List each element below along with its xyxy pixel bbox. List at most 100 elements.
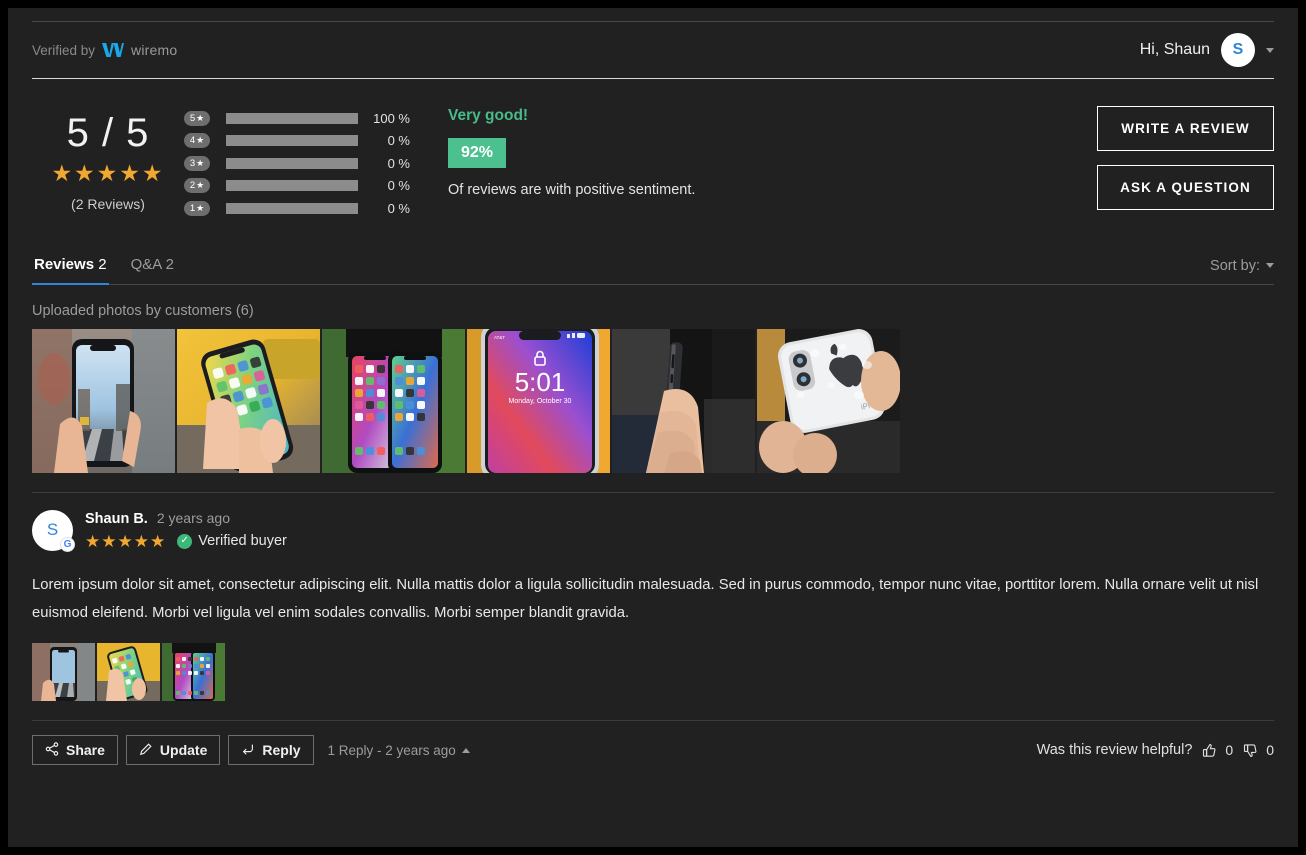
tab-reviews-label: Reviews	[34, 256, 94, 273]
avatar: S G	[32, 510, 73, 551]
sentiment-title: Very good!	[448, 107, 695, 125]
rating-distribution: 5★ 100 % 4★ 0 % 3★ 0 % 2★ 0 % 1★	[184, 103, 410, 220]
widget-header: Verified by wiremo Hi, Shaun S	[32, 22, 1274, 78]
review-count-label: (2 Reviews)	[32, 196, 184, 212]
review-meta: Shaun B. 2 years ago ★★★★★ ✓ Verified bu…	[85, 510, 287, 550]
svg-text:AT&T: AT&T	[494, 335, 505, 340]
rating-bar-track-1	[226, 203, 358, 214]
score-value: 5 / 5	[32, 111, 184, 156]
chevron-down-icon	[1266, 263, 1274, 268]
rating-pill-5: 5★	[184, 111, 210, 126]
user-menu[interactable]: Hi, Shaun S	[1140, 33, 1274, 67]
review-timestamp: 2 years ago	[157, 510, 230, 526]
update-label: Update	[160, 742, 207, 758]
photo-thumbnail[interactable]	[32, 329, 175, 473]
tab-reviews[interactable]: Reviews 2	[32, 250, 109, 285]
cta-block: WRITE A REVIEW ASK A QUESTION	[1097, 103, 1274, 210]
check-circle-icon: ✓	[177, 534, 192, 549]
replies-toggle[interactable]: 1 Reply - 2 years ago	[328, 743, 470, 758]
rating-bar-track-3	[226, 158, 358, 169]
uploaded-photos-strip: AT&T 5:01 Monday, October 30	[32, 329, 1274, 473]
rating-percent-3: 0 %	[358, 156, 410, 171]
sentiment-block: Very good! 92% Of reviews are with posit…	[448, 103, 695, 198]
upvote-count: 0	[1225, 742, 1233, 758]
rating-bar-track-5	[226, 113, 358, 124]
chevron-down-icon[interactable]	[1266, 48, 1274, 53]
helpful-block: Was this review helpful? 0	[1037, 742, 1274, 758]
review-photo-thumbnail[interactable]	[162, 643, 225, 701]
rating-percent-4: 0 %	[358, 133, 410, 148]
svg-text:Monday, October 30: Monday, October 30	[509, 398, 572, 405]
review-footer: Share Update Reply	[32, 721, 1274, 765]
rating-pill-2: 2★	[184, 178, 210, 193]
distribution-row[interactable]: 1★ 0 %	[184, 197, 410, 220]
tabs-bar: Reviews 2 Q&A 2 Sort by:	[32, 250, 1274, 285]
tab-qa[interactable]: Q&A 2	[129, 250, 176, 285]
photo-thumbnail[interactable]	[612, 329, 755, 473]
share-button[interactable]: Share	[32, 735, 118, 765]
sentiment-description: Of reviews are with positive sentiment.	[448, 182, 695, 198]
rating-bar-track-4	[226, 135, 358, 146]
thumbs-down-icon	[1243, 743, 1258, 758]
review-photo-thumbnail[interactable]	[97, 643, 160, 701]
photo-thumbnail[interactable]	[322, 329, 465, 473]
review-stars: ★★★★★	[85, 533, 166, 550]
photo-thumbnail-lockscreen[interactable]: AT&T 5:01 Monday, October 30	[467, 329, 610, 473]
tab-qa-count: 2	[166, 256, 174, 273]
svg-text:5:01: 5:01	[515, 367, 566, 397]
downvote-button[interactable]: 0	[1243, 742, 1274, 758]
review-meta-line1: Shaun B. 2 years ago	[85, 510, 287, 527]
distribution-row[interactable]: 2★ 0 %	[184, 175, 410, 198]
distribution-row[interactable]: 3★ 0 %	[184, 152, 410, 175]
rating-bar-track-2	[226, 180, 358, 191]
score-stars: ★★★★★	[32, 162, 184, 185]
review-photo-thumbnails	[32, 643, 1274, 701]
update-button[interactable]: Update	[126, 735, 220, 765]
reply-icon	[241, 742, 255, 759]
ask-question-button[interactable]: ASK A QUESTION	[1097, 165, 1274, 210]
write-review-button[interactable]: WRITE A REVIEW	[1097, 106, 1274, 151]
brand-name: wiremo	[131, 42, 177, 58]
avatar-initial: S	[47, 520, 58, 540]
thumbs-up-icon	[1202, 743, 1217, 758]
photo-thumbnail[interactable]	[177, 329, 320, 473]
replies-label: 1 Reply - 2 years ago	[328, 743, 456, 758]
tab-reviews-count: 2	[98, 256, 106, 273]
helpful-label: Was this review helpful?	[1037, 742, 1193, 758]
uploaded-photos-label: Uploaded photos by customers (6)	[32, 303, 1274, 319]
review-author: Shaun B.	[85, 511, 148, 527]
rating-pill-4: 4★	[184, 133, 210, 148]
sort-by-dropdown[interactable]: Sort by:	[1210, 258, 1274, 284]
rating-percent-5: 100 %	[358, 111, 410, 126]
photo-thumbnail[interactable]: iPhone	[757, 329, 900, 473]
share-icon	[45, 742, 59, 759]
reply-button[interactable]: Reply	[228, 735, 313, 765]
distribution-row[interactable]: 4★ 0 %	[184, 130, 410, 153]
wiremo-logo-icon	[102, 42, 124, 58]
tab-qa-label: Q&A	[131, 256, 162, 273]
review-item: S G Shaun B. 2 years ago ★★★★★ ✓ Verifie…	[32, 493, 1274, 766]
tabs: Reviews 2 Q&A 2	[32, 250, 176, 284]
downvote-count: 0	[1266, 742, 1274, 758]
distribution-row[interactable]: 5★ 100 %	[184, 107, 410, 130]
google-badge-icon: G	[60, 537, 75, 552]
rating-percent-2: 0 %	[358, 178, 410, 193]
review-body: Lorem ipsum dolor sit amet, consectetur …	[32, 571, 1274, 628]
share-label: Share	[66, 742, 105, 758]
sentiment-badge: 92%	[448, 138, 506, 168]
upvote-button[interactable]: 0	[1202, 742, 1233, 758]
reply-label: Reply	[262, 742, 300, 758]
rating-pill-3: 3★	[184, 156, 210, 171]
verified-by-block: Verified by wiremo	[32, 42, 177, 58]
review-photo-thumbnail[interactable]	[32, 643, 95, 701]
verified-by-label: Verified by	[32, 43, 95, 58]
verified-buyer-badge: ✓ Verified buyer	[177, 533, 287, 549]
avatar[interactable]: S	[1221, 33, 1255, 67]
rating-percent-1: 0 %	[358, 201, 410, 216]
review-meta-line2: ★★★★★ ✓ Verified buyer	[85, 533, 287, 550]
chevron-up-icon	[462, 748, 470, 753]
rating-pill-1: 1★	[184, 201, 210, 216]
review-header: S G Shaun B. 2 years ago ★★★★★ ✓ Verifie…	[32, 510, 1274, 551]
verified-buyer-label: Verified buyer	[198, 533, 287, 549]
greeting-label: Hi, Shaun	[1140, 41, 1210, 59]
